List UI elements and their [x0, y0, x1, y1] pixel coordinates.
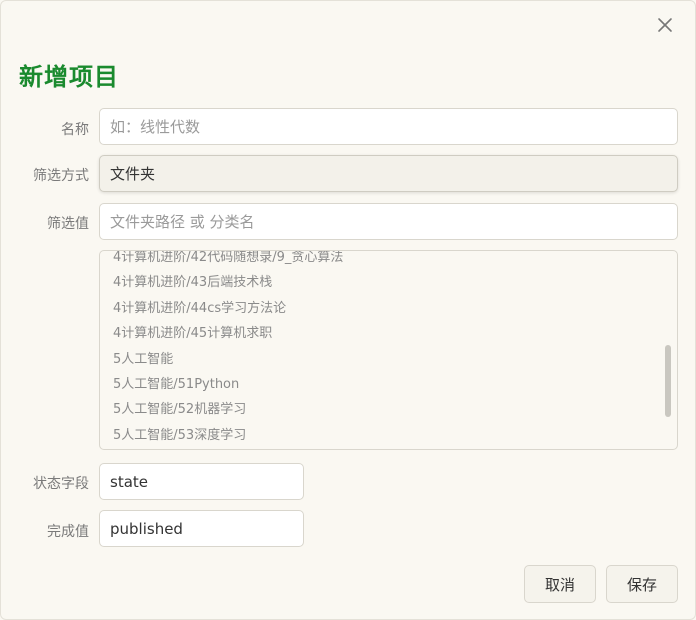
filter-value-input[interactable] [99, 203, 678, 240]
suggestion-item[interactable]: 4计算机进阶/42代码随想录/9_贪心算法 [100, 251, 663, 270]
state-field-input[interactable] [99, 463, 304, 500]
scrollbar[interactable] [665, 345, 671, 417]
new-project-dialog: 新增项目 名称 筛选方式 文件夹 筛选值 4计算机进阶/42代码随想录/9_贪心… [0, 0, 696, 620]
save-button[interactable]: 保存 [606, 565, 678, 603]
filter-mode-select[interactable]: 文件夹 [99, 155, 678, 192]
done-value-input[interactable] [99, 510, 304, 547]
suggestion-item[interactable]: 5人工智能 [100, 347, 663, 372]
done-value-label: 完成值 [47, 524, 89, 540]
close-icon[interactable] [653, 13, 677, 37]
suggestion-item[interactable]: 5人工智能/53深度学习 [100, 423, 663, 448]
suggestion-item[interactable]: 5人工智能/52机器学习 [100, 397, 663, 422]
name-input[interactable] [99, 108, 678, 145]
suggestion-list: 4计算机进阶/42代码随想录/9_贪心算法 4计算机进阶/43后端技术栈 4计算机进… [100, 251, 663, 448]
filter-mode-label: 筛选方式 [33, 168, 89, 184]
suggestion-item[interactable]: 4计算机进阶/43后端技术栈 [100, 270, 663, 295]
name-label: 名称 [61, 122, 89, 138]
filter-mode-value: 文件夹 [110, 165, 156, 183]
cancel-button[interactable]: 取消 [524, 565, 596, 603]
state-field-label: 状态字段 [33, 476, 89, 492]
filter-value-label: 筛选值 [47, 216, 89, 232]
suggestion-item[interactable]: 4计算机进阶/45计算机求职 [100, 321, 663, 346]
suggestion-item[interactable]: 5人工智能/51Python [100, 372, 663, 397]
dialog-title: 新增项目 [19, 63, 119, 91]
filter-value-suggestions[interactable]: 4计算机进阶/42代码随想录/9_贪心算法 4计算机进阶/43后端技术栈 4计算机进… [99, 250, 678, 450]
suggestion-item[interactable]: 4计算机进阶/44cs学习方法论 [100, 296, 663, 321]
